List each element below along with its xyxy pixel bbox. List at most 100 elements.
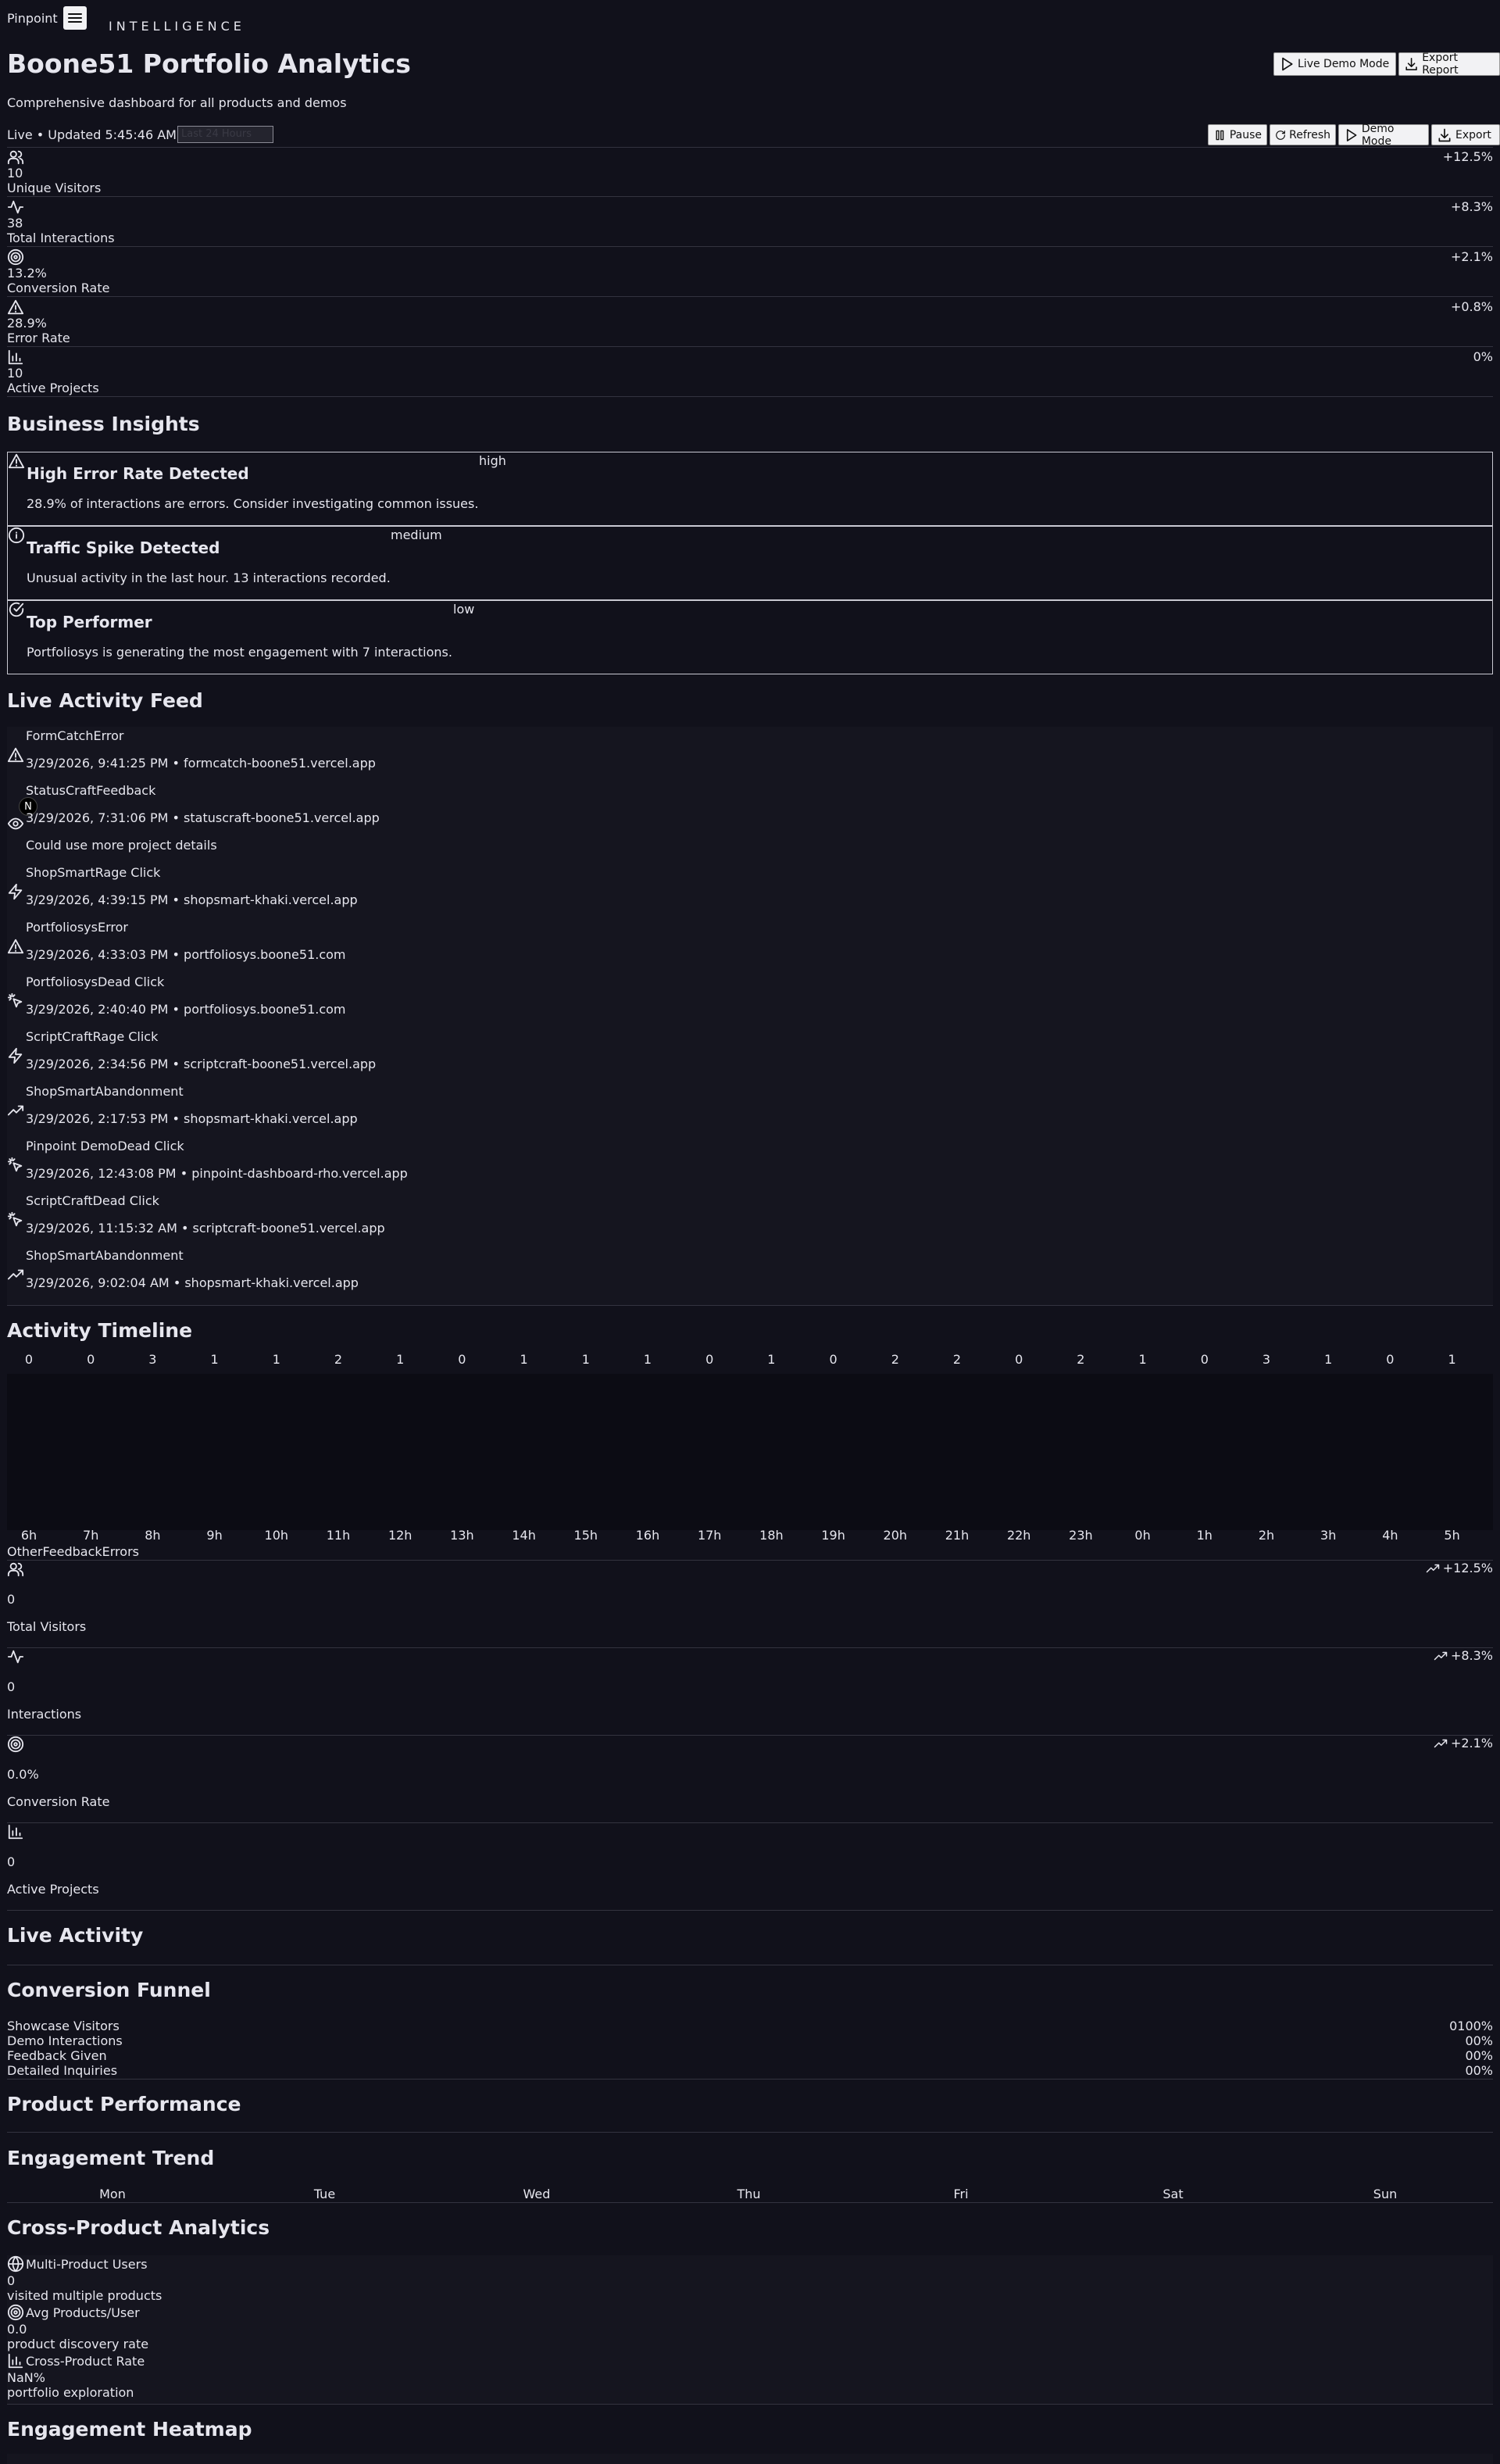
funnel-step-value: 00% bbox=[1465, 2048, 1493, 2063]
timeline-heading: Activity Timeline bbox=[7, 1319, 193, 1342]
kpi-change: +8.3% bbox=[1432, 1648, 1493, 1663]
trend-day-label: Tue bbox=[313, 2187, 336, 2201]
legend-errors: Errors bbox=[102, 1544, 139, 1559]
time-range-select[interactable]: Last 24 Hours bbox=[177, 126, 273, 143]
warning-icon bbox=[7, 747, 24, 763]
insight-card[interactable]: low Top Performer Portfoliosys is genera… bbox=[7, 600, 1493, 674]
insight-title: Top Performer bbox=[27, 613, 152, 631]
feed-item[interactable]: Pinpoint DemoDead Click 3/29/2026, 12:43… bbox=[7, 1137, 1493, 1184]
timeline-hour-label: 13h bbox=[450, 1528, 474, 1543]
feed-item-title: ScriptCraftRage Click bbox=[26, 1029, 159, 1044]
feed-item-meta: 3/29/2026, 9:41:25 PM • formcatch-boone5… bbox=[26, 756, 376, 771]
timeline-count: 3 bbox=[1262, 1352, 1271, 1367]
feed-item-title: ShopSmartAbandonment bbox=[26, 1084, 184, 1099]
kpi-value: 0 bbox=[7, 1592, 16, 1607]
pause-button[interactable]: Pause bbox=[1208, 124, 1267, 145]
brand-logo[interactable]: Pinpoint bbox=[7, 11, 58, 26]
kpi-card-active-projects: 0 Active Projects bbox=[7, 1823, 1493, 1911]
metrics-section: 10 Unique Visitors +12.5% 38 Total Inter… bbox=[7, 147, 1493, 397]
feed-item[interactable]: PortfoliosysError 3/29/2026, 4:33:03 PM … bbox=[7, 918, 1493, 965]
bar-chart-icon bbox=[8, 1824, 23, 1840]
funnel-step-value: 00% bbox=[1465, 2033, 1493, 2048]
insight-card[interactable]: high High Error Rate Detected 28.9% of i… bbox=[7, 452, 1493, 526]
trending-up-icon bbox=[1434, 1739, 1448, 1747]
bar-chart-icon bbox=[8, 349, 23, 365]
users-icon bbox=[7, 150, 24, 165]
feed-item-title: PortfoliosysDead Click bbox=[26, 975, 165, 989]
download-icon bbox=[1405, 57, 1417, 71]
timeline-count: 1 bbox=[581, 1352, 590, 1367]
insight-card[interactable]: medium Traffic Spike Detected Unusual ac… bbox=[7, 526, 1493, 600]
feed-item[interactable]: ShopSmartAbandonment 3/29/2026, 9:02:04 … bbox=[7, 1246, 1493, 1293]
timeline-hour-label: 15h bbox=[573, 1528, 598, 1543]
legend-other: Other bbox=[7, 1544, 43, 1559]
eye-icon bbox=[7, 817, 24, 830]
timeline-count: 1 bbox=[520, 1352, 528, 1367]
metric-card-active-projects: 10 Active Projects 0% bbox=[7, 347, 1493, 397]
play-icon bbox=[1282, 57, 1293, 71]
metric-card-total-interactions: 38 Total Interactions +8.3% bbox=[7, 197, 1493, 247]
timeline-hour-label: 14h bbox=[512, 1528, 536, 1543]
page-title: Boone51 Portfolio Analytics bbox=[7, 48, 411, 79]
menu-button[interactable] bbox=[63, 6, 87, 30]
feed-item-meta: 3/29/2026, 2:40:40 PM • portfoliosys.boo… bbox=[26, 1002, 346, 1017]
timeline-hour-label: 8h bbox=[145, 1528, 161, 1543]
kpi-value: 0 bbox=[7, 1854, 16, 1869]
refresh-button[interactable]: Refresh bbox=[1270, 124, 1336, 145]
feed-item[interactable]: FormCatchError 3/29/2026, 9:41:25 PM • f… bbox=[7, 727, 1493, 774]
timeline-count: 0 bbox=[1386, 1352, 1395, 1367]
kpi-value: 0.0% bbox=[7, 1767, 39, 1782]
timeline-hour-label: 4h bbox=[1382, 1528, 1398, 1543]
export-button[interactable]: Export bbox=[1431, 124, 1500, 145]
funnel-step-label: Detailed Inquiries bbox=[7, 2063, 118, 2078]
insight-title: Traffic Spike Detected bbox=[27, 538, 220, 557]
kpi-change: +2.1% bbox=[1432, 1736, 1493, 1751]
brand-name: Pinpoint bbox=[7, 11, 58, 26]
timeline-plot bbox=[7, 1374, 1493, 1530]
menu-icon bbox=[68, 13, 82, 23]
feed-item-comment: Could use more project details bbox=[26, 838, 217, 853]
timeline-count: 1 bbox=[1324, 1352, 1333, 1367]
cross-product-section: Multi-Product Users 0 visited multiple p… bbox=[7, 2255, 1493, 2404]
feed-item[interactable]: StatusCraftFeedback N 3/29/2026, 7:31:06… bbox=[7, 781, 1493, 863]
funnel-heading: Conversion Funnel bbox=[7, 1979, 211, 2001]
insights-heading: Business Insights bbox=[7, 413, 200, 435]
metric-label: Unique Visitors bbox=[7, 181, 102, 195]
feed-item[interactable]: ScriptCraftRage Click 3/29/2026, 2:34:56… bbox=[7, 1028, 1493, 1075]
kpi-label: Conversion Rate bbox=[7, 1794, 110, 1809]
demo-mode-button[interactable]: Demo Mode bbox=[1338, 123, 1429, 148]
feed-item[interactable]: ShopSmartRage Click 3/29/2026, 4:39:15 P… bbox=[7, 864, 1493, 910]
kpi-card-interactions: +8.3% 0 Interactions bbox=[7, 1648, 1493, 1736]
play-icon bbox=[1346, 128, 1357, 141]
insight-title: High Error Rate Detected bbox=[27, 464, 249, 483]
timeline-count: 0 bbox=[829, 1352, 838, 1367]
metric-value: 38 bbox=[7, 216, 23, 231]
feed-item[interactable]: ShopSmartAbandonment 3/29/2026, 2:17:53 … bbox=[7, 1082, 1493, 1129]
warning-icon bbox=[8, 453, 25, 469]
timeline-count: 1 bbox=[272, 1352, 280, 1367]
funnel-step-value: 00% bbox=[1465, 2063, 1493, 2078]
timeline-legend: OtherFeedbackErrors bbox=[7, 1544, 139, 1559]
metric-change: +2.1% bbox=[1450, 249, 1493, 264]
live-demo-mode-button[interactable]: Live Demo Mode bbox=[1273, 52, 1396, 76]
feed-item-title: ShopSmartRage Click bbox=[26, 865, 161, 880]
metric-change: +8.3% bbox=[1450, 199, 1493, 214]
kpi-label: Active Projects bbox=[7, 1882, 99, 1897]
product-performance-heading: Product Performance bbox=[7, 2093, 241, 2115]
download-icon bbox=[1438, 128, 1451, 141]
export-report-button[interactable]: Export Report bbox=[1398, 52, 1500, 77]
timeline-count: 3 bbox=[148, 1352, 157, 1367]
page-subtitle: Comprehensive dashboard for all products… bbox=[7, 95, 347, 110]
bar-chart-icon bbox=[8, 2353, 23, 2369]
cross-product-card: Cross-Product Rate NaN% portfolio explor… bbox=[7, 2352, 320, 2401]
refresh-icon bbox=[1276, 130, 1285, 140]
heatmap-heading: Engagement Heatmap bbox=[7, 2418, 252, 2441]
metric-change: +0.8% bbox=[1450, 299, 1493, 314]
feed-item[interactable]: ScriptCraftDead Click 3/29/2026, 11:15:3… bbox=[7, 1192, 1493, 1239]
timeline-hour-label: 23h bbox=[1069, 1528, 1093, 1543]
timeline-hour-label: 1h bbox=[1196, 1528, 1212, 1543]
feed-item-title: ShopSmartAbandonment bbox=[26, 1248, 184, 1263]
timeline-counts: 0 0 3 1 1 2 1 0 1 1 1 0 1 0 2 2 0 2 1 0 3 1 0 1 bbox=[7, 1352, 1493, 1371]
feed-item[interactable]: PortfoliosysDead Click 3/29/2026, 2:40:4… bbox=[7, 973, 1493, 1020]
feed-item-meta: 3/29/2026, 9:02:04 AM • shopsmart-khaki.… bbox=[26, 1275, 359, 1290]
